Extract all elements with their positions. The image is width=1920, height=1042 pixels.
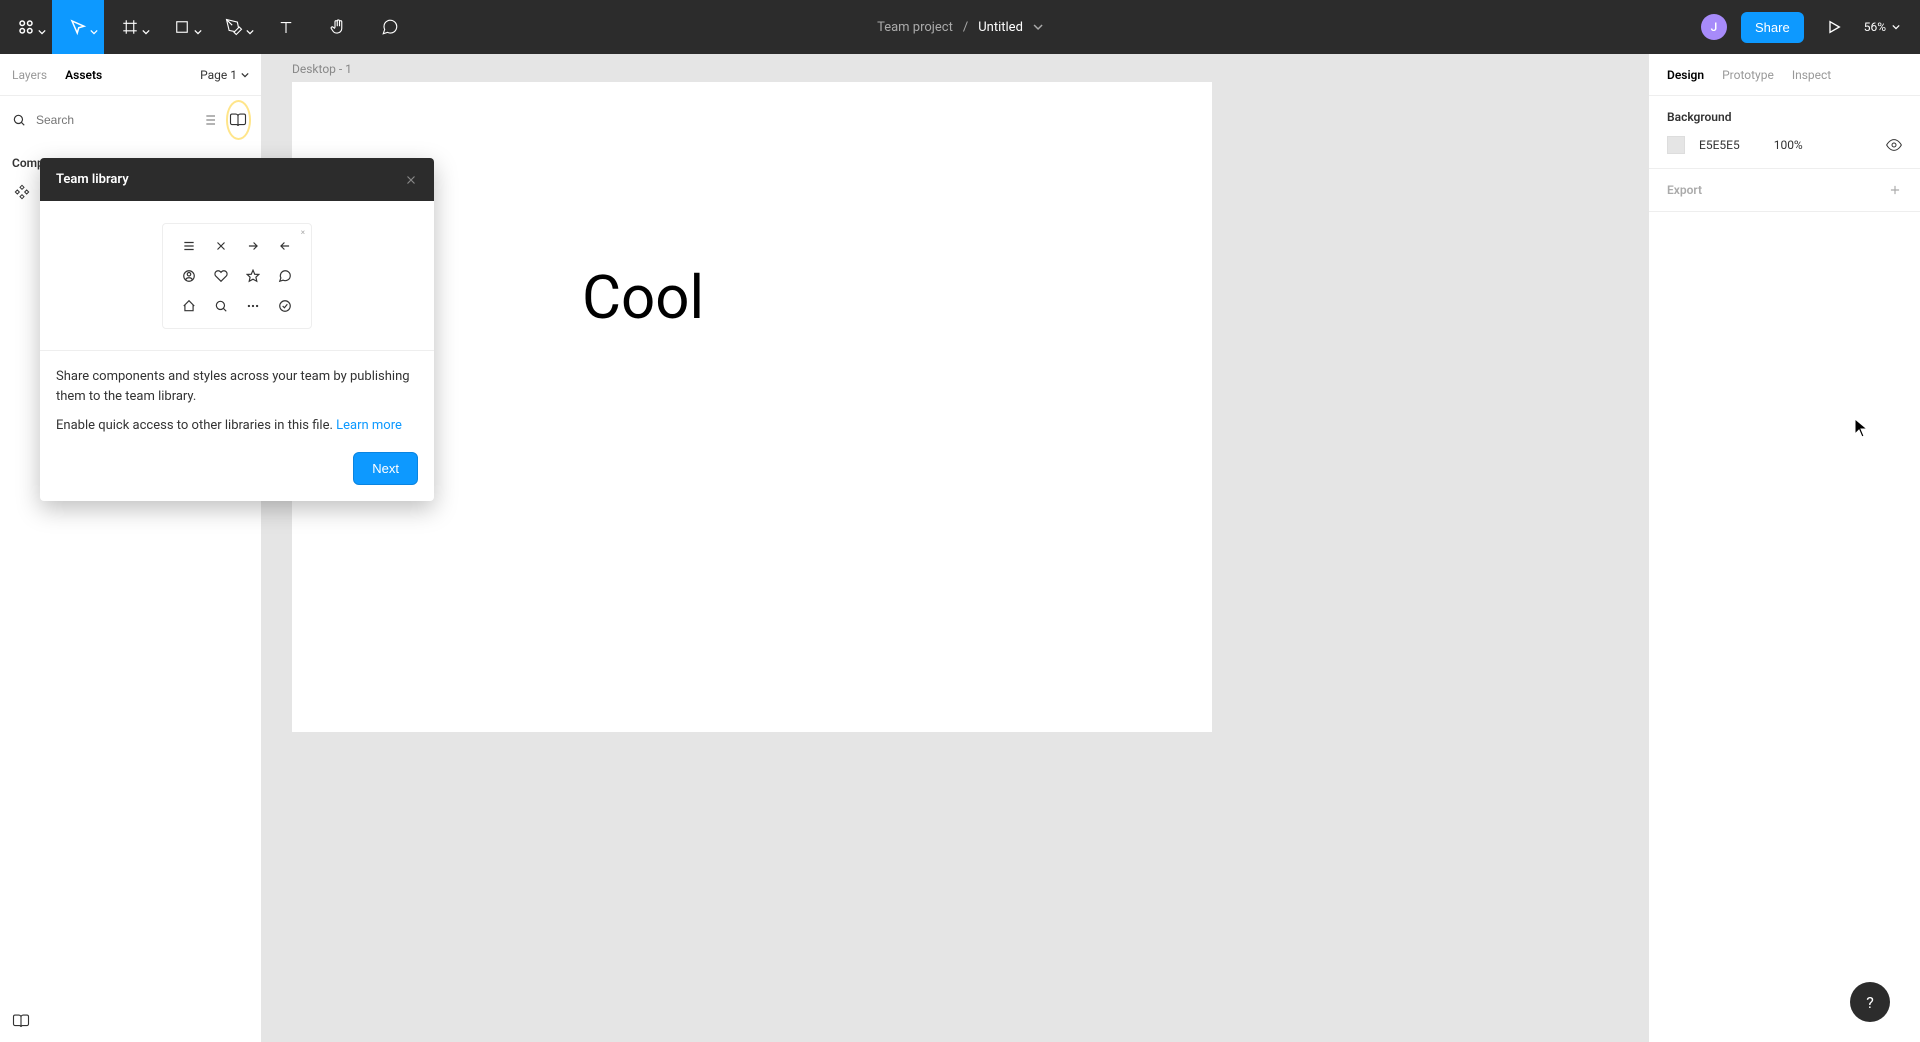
team-library-button[interactable] bbox=[228, 102, 249, 138]
x-icon bbox=[207, 234, 235, 258]
file-name: Untitled bbox=[978, 20, 1023, 35]
shape-tool[interactable] bbox=[156, 0, 208, 54]
background-hex[interactable]: E5E5E5 bbox=[1699, 138, 1740, 152]
canvas-text[interactable]: Cool bbox=[582, 262, 704, 333]
inspect-tab[interactable]: Inspect bbox=[1792, 68, 1831, 82]
chevron-down-icon bbox=[142, 28, 150, 36]
team-library-popover: Team library × Share components and styl… bbox=[40, 158, 434, 501]
export-heading: Export bbox=[1667, 183, 1702, 197]
separator: / bbox=[963, 20, 968, 35]
library-icon[interactable] bbox=[12, 1012, 30, 1030]
chevron-down-icon bbox=[194, 28, 202, 36]
text-tool[interactable] bbox=[260, 0, 312, 54]
frame-label[interactable]: Desktop - 1 bbox=[292, 62, 352, 76]
popover-title: Team library bbox=[56, 172, 129, 187]
zoom-control[interactable]: 56% bbox=[1864, 20, 1900, 34]
heart-icon bbox=[207, 264, 235, 288]
zoom-value: 56% bbox=[1864, 20, 1886, 34]
arrow-left-icon bbox=[271, 234, 299, 258]
chevron-down-icon bbox=[1033, 22, 1043, 32]
chevron-down-icon bbox=[246, 28, 254, 36]
add-export-button[interactable] bbox=[1888, 183, 1902, 197]
visibility-toggle[interactable] bbox=[1886, 137, 1902, 153]
close-icon: × bbox=[301, 228, 305, 237]
page-label: Page 1 bbox=[200, 68, 237, 82]
search-icon bbox=[207, 294, 235, 318]
chevron-down-icon bbox=[90, 28, 98, 36]
list-view-button[interactable] bbox=[201, 106, 218, 134]
move-tool[interactable] bbox=[52, 0, 104, 54]
search-icon bbox=[12, 113, 26, 127]
file-title[interactable]: Team project / Untitled bbox=[877, 20, 1043, 35]
help-button[interactable]: ? bbox=[1850, 982, 1890, 1022]
user-icon bbox=[175, 264, 203, 288]
check-circle-icon bbox=[271, 294, 299, 318]
present-button[interactable] bbox=[1818, 11, 1850, 43]
background-swatch[interactable] bbox=[1667, 136, 1685, 154]
avatar[interactable]: J bbox=[1701, 14, 1727, 40]
page-selector[interactable]: Page 1 bbox=[200, 68, 249, 82]
star-icon bbox=[239, 264, 267, 288]
prototype-tab[interactable]: Prototype bbox=[1722, 68, 1774, 82]
home-icon bbox=[175, 294, 203, 318]
learn-more-link[interactable]: Learn more bbox=[336, 418, 402, 433]
chevron-down-icon bbox=[38, 28, 46, 36]
background-heading: Background bbox=[1667, 110, 1902, 124]
close-button[interactable] bbox=[404, 173, 418, 187]
canvas[interactable]: Desktop - 1 Cool bbox=[262, 54, 1648, 1042]
more-icon bbox=[239, 294, 267, 318]
popover-body-2: Enable quick access to other libraries i… bbox=[56, 418, 336, 433]
search-input[interactable] bbox=[36, 113, 191, 127]
assets-tab[interactable]: Assets bbox=[65, 68, 102, 82]
component-icon[interactable] bbox=[10, 180, 34, 204]
popover-body-1: Share components and styles across your … bbox=[56, 367, 418, 406]
frame-tool[interactable] bbox=[104, 0, 156, 54]
layers-tab[interactable]: Layers bbox=[12, 68, 47, 82]
next-button[interactable]: Next bbox=[353, 452, 418, 485]
arrow-right-icon bbox=[239, 234, 267, 258]
background-opacity[interactable]: 100% bbox=[1774, 138, 1803, 152]
pen-tool[interactable] bbox=[208, 0, 260, 54]
figma-menu-button[interactable] bbox=[0, 0, 52, 54]
hand-tool[interactable] bbox=[312, 0, 364, 54]
menu-icon bbox=[175, 234, 203, 258]
design-tab[interactable]: Design bbox=[1667, 68, 1704, 82]
comment-tool[interactable] bbox=[364, 0, 416, 54]
share-button[interactable]: Share bbox=[1741, 12, 1804, 43]
popover-illustration: × bbox=[40, 201, 434, 351]
comment-icon bbox=[271, 264, 299, 288]
project-name: Team project bbox=[877, 20, 953, 35]
